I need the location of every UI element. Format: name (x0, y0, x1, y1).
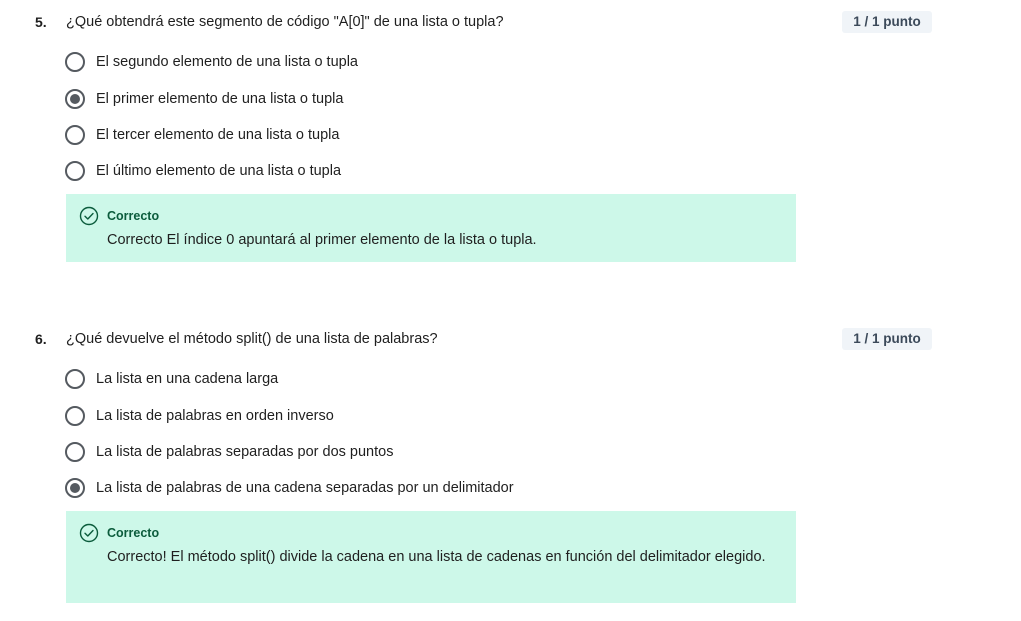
option-label: El último elemento de una lista o tupla (96, 163, 342, 179)
question-number: 5. (35, 14, 47, 30)
option-label: El primer elemento de una lista o tupla (96, 91, 344, 107)
option-label: La lista de palabras separadas por dos p… (96, 444, 394, 460)
feedback-text: Correcto! El método split() divide la ca… (107, 549, 766, 565)
radio-unchecked-icon[interactable] (65, 442, 85, 462)
question-number: 6. (35, 331, 47, 347)
option-radio[interactable]: La lista de palabras separadas por dos p… (65, 441, 393, 463)
question-text: ¿Qué devuelve el método split() de una l… (66, 331, 438, 347)
radio-unchecked-icon[interactable] (65, 406, 85, 426)
radio-unchecked-icon[interactable] (65, 52, 85, 72)
option-label: La lista de palabras en orden inverso (96, 408, 334, 424)
option-label: El segundo elemento de una lista o tupla (96, 54, 358, 70)
score-badge: 1 / 1 punto (842, 328, 932, 350)
option-radio[interactable]: El último elemento de una lista o tupla (65, 160, 341, 182)
feedback-correct: Correcto Correcto El índice 0 apuntará a… (66, 194, 796, 262)
radio-unchecked-icon[interactable] (65, 369, 85, 389)
option-radio[interactable]: La lista de palabras en orden inverso (65, 405, 334, 427)
score-badge: 1 / 1 punto (842, 11, 932, 33)
option-label: La lista de palabras de una cadena separ… (96, 480, 514, 496)
feedback-title: Correcto (107, 209, 160, 223)
feedback-title: Correcto (107, 526, 160, 540)
radio-unchecked-icon[interactable] (65, 161, 85, 181)
feedback-text: Correcto El índice 0 apuntará al primer … (107, 232, 537, 248)
option-label: El tercer elemento de una lista o tupla (96, 127, 340, 143)
check-circle-icon (79, 206, 99, 226)
option-radio[interactable]: El primer elemento de una lista o tupla (65, 88, 343, 110)
radio-checked-icon[interactable] (65, 478, 85, 498)
radio-checked-icon[interactable] (65, 89, 85, 109)
feedback-correct: Correcto Correcto! El método split() div… (66, 511, 796, 603)
option-radio[interactable]: La lista en una cadena larga (65, 368, 278, 390)
radio-unchecked-icon[interactable] (65, 125, 85, 145)
option-label: La lista en una cadena larga (96, 371, 279, 387)
option-radio[interactable]: El tercer elemento de una lista o tupla (65, 124, 339, 146)
option-radio[interactable]: La lista de palabras de una cadena separ… (65, 477, 514, 499)
check-circle-icon (79, 523, 99, 543)
option-radio[interactable]: El segundo elemento de una lista o tupla (65, 51, 358, 73)
question-text: ¿Qué obtendrá este segmento de código "A… (66, 14, 504, 30)
